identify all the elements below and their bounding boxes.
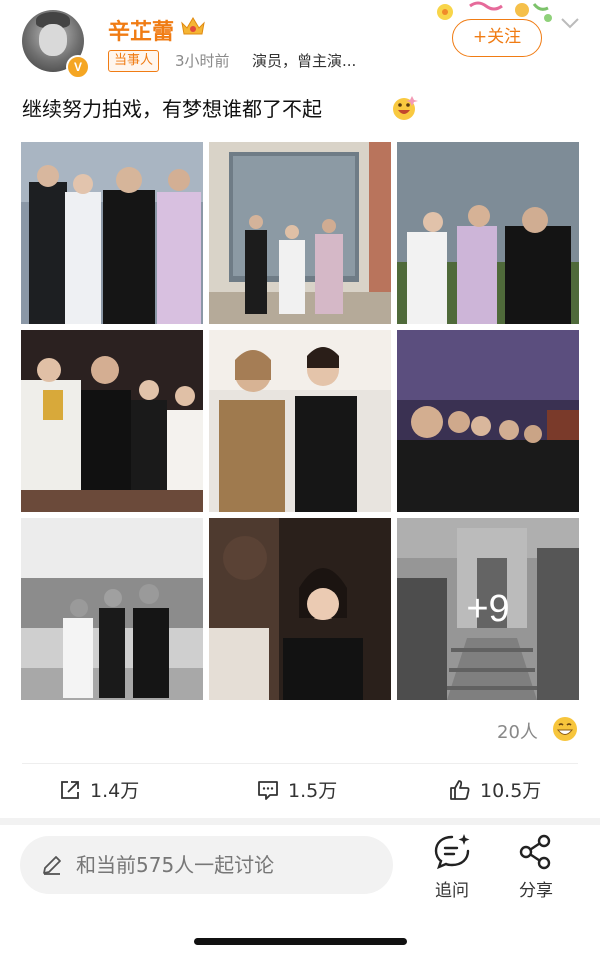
comment-input[interactable] [74, 852, 378, 878]
party-tag: 当事人 [108, 50, 160, 72]
photo-5[interactable] [209, 330, 391, 512]
reply-label: 追问 [435, 881, 469, 901]
share-label: 分享 [519, 881, 553, 901]
divider [22, 763, 578, 764]
more-photos-overlay[interactable]: +9 [397, 518, 579, 700]
like-count: 10.5万 [480, 780, 542, 802]
chat-bubble-sparkle-icon [434, 834, 470, 870]
share-button[interactable]: 分享 [516, 832, 556, 901]
repost-button[interactable]: 1.4万 [58, 776, 139, 803]
username[interactable]: 辛芷蕾 [108, 14, 174, 46]
post-time: 3小时前 [175, 52, 230, 70]
crown-icon [181, 17, 205, 35]
repost-count: 1.4万 [90, 780, 140, 802]
comment-count: 1.5万 [288, 780, 338, 802]
comment-icon [258, 780, 278, 800]
user-description: 演员，曾主演... [252, 52, 357, 70]
smile-emoji-icon[interactable] [552, 716, 578, 742]
share-icon [519, 834, 551, 870]
chevron-down-icon[interactable] [560, 16, 580, 30]
reply-button[interactable]: 追问 [432, 832, 472, 901]
laugh-emoji-icon [393, 96, 418, 120]
photo-7[interactable] [21, 518, 203, 700]
comment-button[interactable]: 1.5万 [256, 776, 337, 803]
comment-input-box[interactable] [20, 836, 393, 894]
photo-2[interactable] [209, 142, 391, 324]
like-button[interactable]: 10.5万 [448, 776, 541, 803]
photo-4[interactable] [21, 330, 203, 512]
section-separator [0, 818, 600, 825]
photo-3[interactable] [397, 142, 579, 324]
photo-grid: +9 [21, 142, 579, 700]
photo-1[interactable] [21, 142, 203, 324]
repost-icon [61, 780, 79, 799]
verified-badge-icon: V [66, 55, 90, 79]
home-indicator[interactable] [194, 938, 407, 945]
thumbs-up-icon [450, 779, 470, 800]
pencil-icon [43, 856, 61, 875]
photo-8[interactable] [209, 518, 391, 700]
post-text: 继续努力拍戏，有梦想谁都了不起 [22, 97, 322, 121]
follow-button[interactable]: +关注 [452, 19, 542, 57]
photo-6[interactable] [397, 330, 579, 512]
reaction-count[interactable]: 20人 [497, 718, 538, 744]
more-photos-count: +9 [397, 518, 579, 700]
